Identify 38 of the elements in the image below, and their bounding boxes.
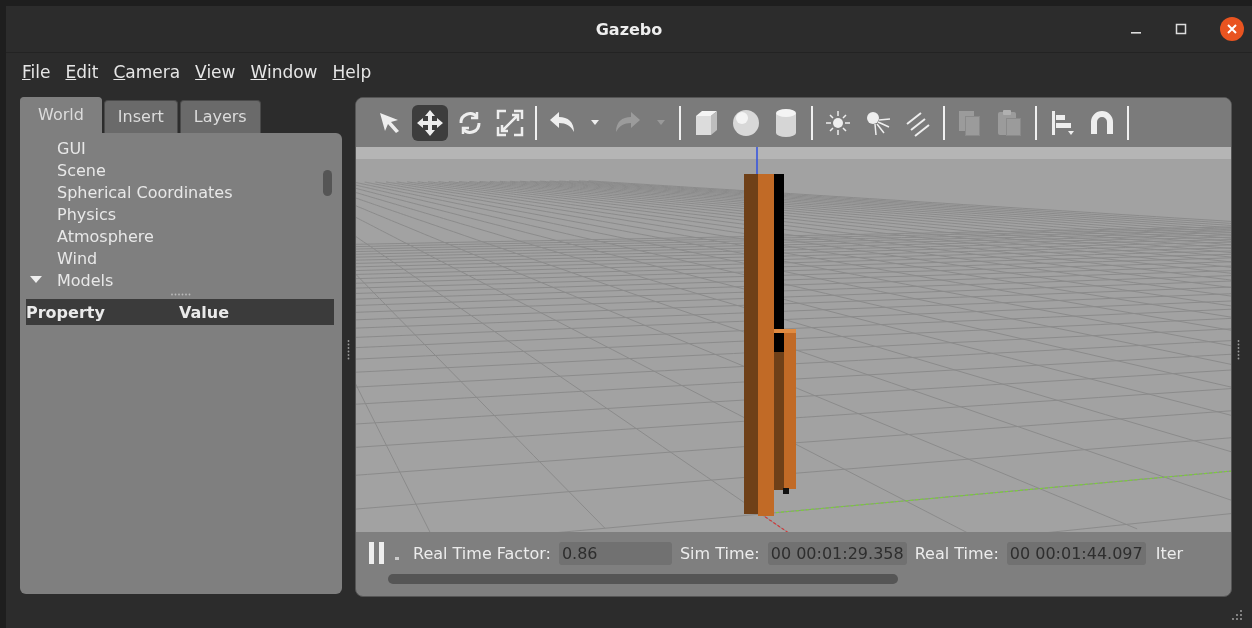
tree-item[interactable]: Wind: [57, 248, 98, 268]
splitter-handle-icon[interactable]: [170, 293, 192, 296]
menu-item[interactable]: Edit: [65, 62, 99, 82]
field-label: Sim Time:: [679, 543, 760, 563]
menu-item[interactable]: Window: [250, 62, 318, 82]
tree-item[interactable]: Spherical Coordinates: [57, 182, 233, 202]
menu-item[interactable]: Camera: [113, 62, 181, 82]
translate-icon[interactable]: [412, 104, 448, 141]
tree-item[interactable]: Models: [57, 270, 114, 290]
field-label: Real Time:: [914, 543, 999, 563]
tree-item[interactable]: Scene: [57, 160, 106, 180]
field-label: Real Time Factor:: [413, 543, 551, 563]
field-label: Iter: [1155, 543, 1184, 563]
splitter-handle-icon[interactable]: [347, 339, 350, 361]
step-icon[interactable]: [395, 556, 399, 560]
menu-item[interactable]: View: [195, 62, 236, 82]
menu-item[interactable]: Help: [332, 62, 372, 82]
readout-field: 00 00:01:44.097: [1006, 541, 1146, 565]
splitter-handle-icon[interactable]: [1237, 339, 1240, 361]
tree-item[interactable]: Atmosphere: [57, 226, 154, 246]
scrollbar-thumb[interactable]: [388, 574, 898, 584]
close-icon[interactable]: [1220, 17, 1244, 41]
maximize-icon[interactable]: [1175, 23, 1187, 35]
column-header: Property: [26, 302, 106, 322]
window-title: Gazebo: [595, 19, 663, 39]
scrollbar-thumb[interactable]: [323, 170, 332, 196]
tree-item[interactable]: GUI: [57, 138, 86, 158]
expand-arrow-icon[interactable]: [30, 276, 42, 284]
readout-field: 00 00:01:29.358: [767, 541, 907, 565]
readout-field: 0.86: [558, 541, 672, 565]
pause-icon[interactable]: [369, 542, 385, 564]
tab[interactable]: Insert: [103, 100, 178, 133]
resize-grip-icon[interactable]: [1230, 608, 1242, 620]
tab[interactable]: World: [20, 97, 102, 133]
column-header: Value: [179, 302, 230, 322]
menu-item[interactable]: File: [22, 62, 51, 82]
tab[interactable]: Layers: [179, 100, 261, 133]
tree-item[interactable]: Physics: [57, 204, 117, 224]
